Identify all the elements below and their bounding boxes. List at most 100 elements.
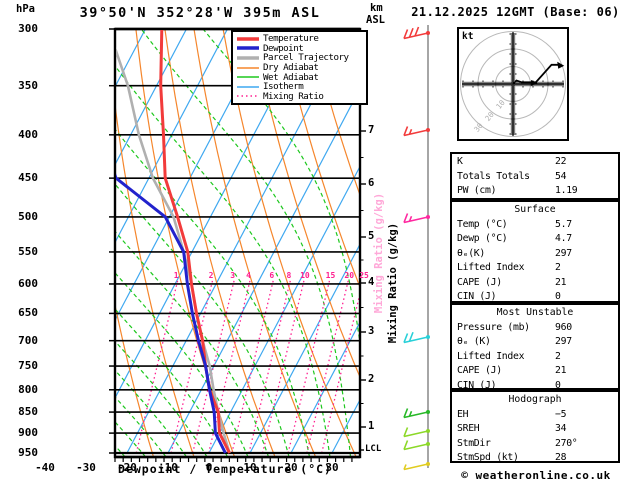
mixing-ratio-label: 15 (326, 271, 336, 280)
table-row: CAPE (J) 21 (457, 364, 613, 379)
legend-line-sample (237, 73, 259, 81)
copyright: © weatheronline.co.uk (448, 469, 624, 482)
pressure-tick-label: 400 (8, 128, 38, 141)
skewt-sounding-app: 39°50'N 352°28'W 395m ASL 21.12.2025 12G… (0, 0, 629, 486)
row-label: Lifted Index (457, 261, 524, 276)
table-hodograph: HodographEH−5SREH34StmDir270°StmSpd (kt)… (450, 390, 620, 463)
row-label: SREH (457, 422, 479, 437)
table-row: Dewp (°C) 4.7 (457, 232, 613, 247)
hodograph-unit-label: kt (462, 31, 473, 42)
legend-line-sample (237, 83, 259, 91)
legend-item: Mixing Ratio (237, 92, 366, 102)
pressure-axis-unit: hPa (16, 3, 35, 15)
row-label: PW (cm) (457, 184, 496, 199)
row-label: CAPE (J) (457, 364, 502, 379)
datetime-label: 21.12.2025 12GMT (Base: 06) (402, 5, 629, 19)
table-indices: K 22 Totals Totals 54 PW (cm) 1.19 (450, 152, 620, 200)
row-value: 4.7 (555, 232, 613, 247)
row-value: 28 (555, 451, 613, 466)
km-tick-label: 7 (368, 124, 374, 136)
mixing-ratio-label: 8 (286, 271, 291, 280)
row-label: StmDir (457, 437, 491, 452)
row-value: 5.7 (555, 218, 613, 233)
row-label: Temp (°C) (457, 218, 507, 233)
mixing-ratio-label: 4 (246, 271, 251, 280)
row-value: 34 (555, 422, 613, 437)
legend: TemperatureDewpointParcel TrajectoryDry … (231, 30, 368, 105)
table-most-unstable: Most UnstablePressure (mb)960θₑ (K)297Li… (450, 303, 620, 390)
pressure-tick-label: 750 (8, 359, 38, 372)
row-value: 54 (555, 170, 613, 185)
table-header: Surface (457, 203, 613, 218)
legend-line-sample (237, 54, 259, 62)
mixing-ratio-label: 25 (359, 271, 369, 280)
row-value: 22 (555, 155, 613, 170)
pressure-tick-label: 550 (8, 245, 38, 258)
legend-label: Mixing Ratio (263, 91, 323, 102)
page-title: 39°50'N 352°28'W 395m ASL (40, 5, 360, 21)
row-label: CAPE (J) (457, 276, 502, 291)
km-tick-label: 2 (368, 373, 374, 385)
row-value: 297 (555, 247, 613, 262)
pressure-tick-label: 800 (8, 383, 38, 396)
table-header: Hodograph (457, 393, 613, 408)
mixing-ratio-label: 3 (230, 271, 235, 280)
legend-line-sample (237, 92, 259, 100)
row-label: StmSpd (kt) (457, 451, 519, 466)
row-value: 1.19 (555, 184, 613, 199)
row-value: 2 (555, 350, 613, 365)
table-row: PW (cm) 1.19 (457, 184, 613, 199)
row-value: −5 (555, 408, 613, 423)
row-value: 960 (555, 321, 613, 336)
table-row: SREH 34 (457, 422, 613, 437)
table-row: EH −5 (457, 408, 613, 423)
table-row: CAPE (J) 21 (457, 276, 613, 291)
pressure-tick-label: 500 (8, 210, 38, 223)
table-row: Pressure (mb) 960 (457, 321, 613, 336)
row-label: Pressure (mb) (457, 321, 530, 336)
pressure-tick-label: 700 (8, 334, 38, 347)
temperature-tick-label: -40 (25, 461, 65, 474)
km-axis-unit: km (370, 2, 383, 14)
table-header: Most Unstable (457, 306, 613, 321)
table-row: Lifted Index 2 (457, 261, 613, 276)
row-value: 297 (555, 335, 613, 350)
mixing-ratio-axis-label: Mixing Ratio (g/kg) (387, 203, 399, 363)
row-value: 21 (555, 364, 613, 379)
pressure-tick-label: 950 (8, 446, 38, 459)
mixing-ratio-label: 2 (209, 271, 214, 280)
row-label: Totals Totals (457, 170, 530, 185)
mixing-ratio-label: 10 (300, 271, 310, 280)
km-tick-label: 1 (368, 420, 374, 432)
legend-line-sample (237, 44, 259, 52)
pressure-tick-label: 650 (8, 306, 38, 319)
pressure-tick-label: 450 (8, 171, 38, 184)
pressure-tick-label: 300 (8, 22, 38, 35)
pressure-tick-label: 900 (8, 426, 38, 439)
row-label: K (457, 155, 463, 170)
table-row: Totals Totals 54 (457, 170, 613, 185)
table-row: Lifted Index 2 (457, 350, 613, 365)
table-row: StmDir 270° (457, 437, 613, 452)
row-label: Lifted Index (457, 350, 524, 365)
row-label: EH (457, 408, 468, 423)
mixing-ratio-label: 1 (174, 271, 179, 280)
pressure-tick-label: 350 (8, 79, 38, 92)
row-label: Dewp (°C) (457, 232, 507, 247)
pressure-tick-label: 850 (8, 405, 38, 418)
row-label: θₑ (K) (457, 335, 491, 350)
table-row: K 22 (457, 155, 613, 170)
legend-line-sample (237, 64, 259, 72)
mixing-ratio-label: 20 (344, 271, 354, 280)
table-row: θₑ (K) 297 (457, 335, 613, 350)
x-axis-title: Dewpoint / Temperature (°C) (75, 462, 375, 476)
row-value: 2 (555, 261, 613, 276)
mixing-ratio-label: 6 (269, 271, 274, 280)
lcl-label: LCL (365, 444, 381, 454)
row-value: 270° (555, 437, 613, 452)
row-label: θₑ(K) (457, 247, 485, 262)
row-value: 21 (555, 276, 613, 291)
asl-axis-unit: ASL (366, 14, 385, 26)
table-row: StmSpd (kt) 28 (457, 451, 613, 466)
table-row: θₑ(K) 297 (457, 247, 613, 262)
